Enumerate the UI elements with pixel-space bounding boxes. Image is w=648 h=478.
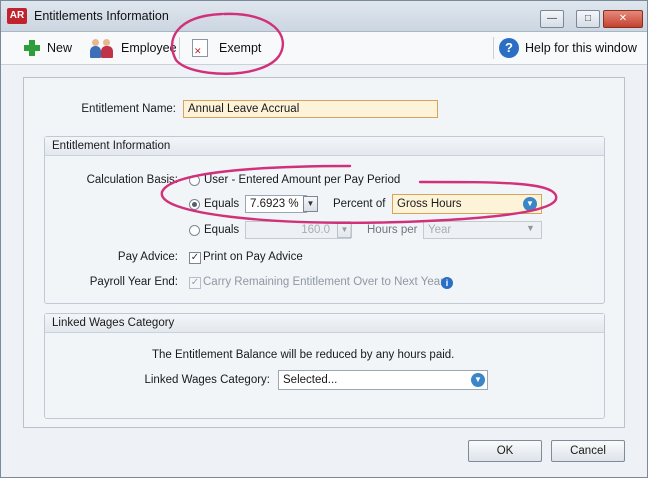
exempt-icon xyxy=(192,39,208,57)
help-label: Help for this window xyxy=(525,41,637,55)
new-button[interactable]: New xyxy=(23,38,72,58)
percent-dropdown-button[interactable]: ▼ xyxy=(303,196,318,212)
minimize-button[interactable]: — xyxy=(540,10,564,28)
linked-wages-note: The Entitlement Balance will be reduced … xyxy=(152,349,455,361)
exempt-label: Exempt xyxy=(219,41,262,55)
percent-of-select[interactable]: Gross Hours xyxy=(392,194,542,214)
entitlements-window: AR Entitlements Information — □ ✕ New Em… xyxy=(0,0,648,478)
employees-icon xyxy=(89,38,115,58)
group-header: Linked Wages Category xyxy=(45,314,604,333)
close-button[interactable]: ✕ xyxy=(603,10,643,28)
equals-hours-label: Equals xyxy=(204,224,240,236)
entitlement-name-input[interactable]: Annual Leave Accrual xyxy=(183,100,438,118)
linked-wages-category-label: Linked Wages Category: xyxy=(144,374,270,386)
hours-dropdown-button[interactable]: ▼ xyxy=(337,222,352,238)
chevron-down-icon[interactable]: ▼ xyxy=(523,197,537,211)
linked-wages-category-select[interactable]: Selected... xyxy=(278,370,488,390)
payroll-year-end-label: Payroll Year End: xyxy=(89,276,178,288)
toolbar-divider xyxy=(179,37,180,59)
carry-remaining-checkbox[interactable]: ✓ xyxy=(189,277,201,289)
ok-button[interactable]: OK xyxy=(468,440,542,462)
employee-button[interactable]: Employee xyxy=(89,38,177,58)
hours-per-select[interactable]: Year xyxy=(423,221,542,239)
equals-percent-label: Equals xyxy=(204,198,240,210)
exempt-button[interactable]: Exempt xyxy=(192,38,261,58)
carry-remaining-label: Carry Remaining Entitlement Over to Next… xyxy=(203,276,444,288)
pay-advice-label: Pay Advice: xyxy=(117,251,178,263)
content-panel: Entitlement Name: Annual Leave Accrual E… xyxy=(23,77,625,428)
print-on-pay-advice-label: Print on Pay Advice xyxy=(203,251,303,263)
percent-of-label: Percent of xyxy=(333,198,386,210)
employee-label: Employee xyxy=(121,41,177,55)
entitlement-information-group: Entitlement Information Calculation Basi… xyxy=(44,136,605,304)
chevron-down-icon[interactable]: ▼ xyxy=(471,373,485,387)
user-entered-radio[interactable] xyxy=(189,175,200,186)
hours-input[interactable]: 160.0 xyxy=(245,221,351,239)
group-header: Entitlement Information xyxy=(45,137,604,156)
equals-percent-radio[interactable] xyxy=(189,199,200,210)
app-logo-icon: AR xyxy=(7,8,27,24)
chevron-down-icon: ▼ xyxy=(526,223,535,233)
new-label: New xyxy=(47,41,73,55)
hours-per-label: Hours per xyxy=(367,224,418,236)
entitlement-name-label: Entitlement Name: xyxy=(81,103,176,115)
plus-icon xyxy=(23,39,41,57)
window-title: Entitlements Information xyxy=(34,9,169,23)
equals-hours-radio[interactable] xyxy=(189,225,200,236)
linked-wages-group: Linked Wages Category The Entitlement Ba… xyxy=(44,313,605,419)
toolbar: New Employee Exempt ? Help for this wind… xyxy=(1,32,647,65)
user-entered-label: User - Entered Amount per Pay Period xyxy=(204,174,401,186)
cancel-button[interactable]: Cancel xyxy=(551,440,625,462)
calculation-basis-label: Calculation Basis: xyxy=(86,174,178,186)
toolbar-divider xyxy=(493,37,494,59)
print-on-pay-advice-checkbox[interactable]: ✓ xyxy=(189,252,201,264)
help-icon: ? xyxy=(499,38,519,58)
title-bar[interactable]: AR Entitlements Information — □ ✕ xyxy=(1,1,647,32)
percent-input[interactable]: 7.6923 % xyxy=(245,195,307,213)
info-icon[interactable]: i xyxy=(441,277,453,289)
help-button[interactable]: ? Help for this window xyxy=(499,38,637,58)
maximize-button[interactable]: □ xyxy=(576,10,600,28)
